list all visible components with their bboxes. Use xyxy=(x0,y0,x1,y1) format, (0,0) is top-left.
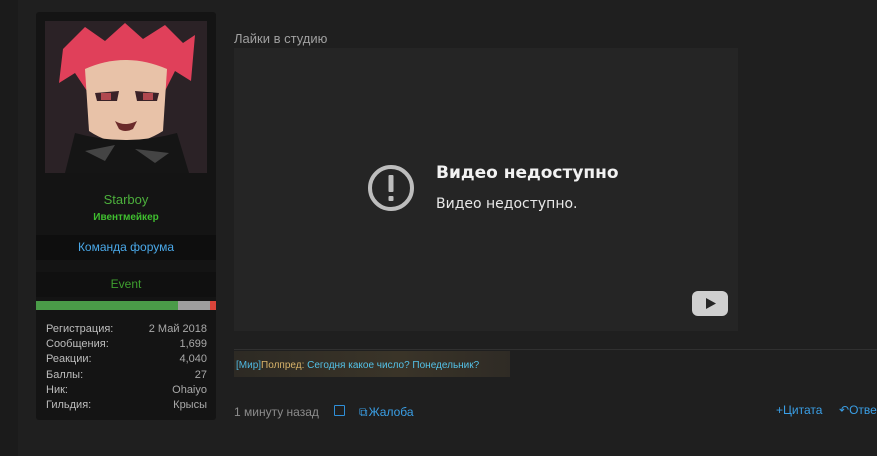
reputation-bar-negative xyxy=(210,301,216,310)
post-divider xyxy=(234,349,877,350)
youtube-play-icon[interactable] xyxy=(692,291,728,316)
quote-label: Цитата xyxy=(783,403,823,417)
stat-row-guild: Гильдия: Крысы xyxy=(46,398,207,413)
quote-link[interactable]: +Цитата xyxy=(776,403,822,417)
copy-icon: ⧉ xyxy=(359,405,368,419)
reputation-bar-positive xyxy=(36,301,178,310)
report-label: Жалоба xyxy=(368,405,414,419)
select-post-checkbox[interactable] xyxy=(334,405,345,416)
reply-icon: ↶ xyxy=(839,403,850,417)
stat-row-messages: Сообщения: 1,699 xyxy=(46,337,207,352)
post-signature: [Мир]Полпред: Сегодня какое число? Понед… xyxy=(234,351,510,377)
reply-label: Отве xyxy=(849,403,877,417)
stat-label: Сообщения: xyxy=(46,338,109,351)
stat-label: Регистрация: xyxy=(46,323,114,335)
stat-label: Ник: xyxy=(46,383,68,396)
post-title: Лайки в студию xyxy=(234,31,328,46)
signature-chat-line: [Мир]Полпред: Сегодня какое число? Понед… xyxy=(236,360,479,371)
stat-row-registration: Регистрация: 2 Май 2018 xyxy=(46,322,207,337)
video-error-subtitle: Видео недоступно. xyxy=(436,196,578,212)
user-avatar[interactable] xyxy=(45,21,207,173)
video-error-title: Видео недоступно xyxy=(436,163,619,183)
user-banner-team: Команда форума xyxy=(36,235,216,260)
reputation-bar-neutral xyxy=(178,301,210,310)
user-card: Starboy Ивентмейкер Команда форума Event… xyxy=(36,12,216,420)
username[interactable]: Starboy xyxy=(36,192,216,207)
plus-icon: + xyxy=(776,403,784,417)
signature-nick: Полпред xyxy=(261,360,302,371)
stat-value: 27 xyxy=(194,368,207,381)
stat-row-reactions: Реакции: 4,040 xyxy=(46,352,207,367)
stat-label: Гильдия: xyxy=(46,398,92,411)
stat-value: Крысы xyxy=(173,398,207,411)
video-embed[interactable]: Видео недоступно Видео недоступно. xyxy=(234,48,738,331)
stat-row-points: Баллы: 27 xyxy=(46,368,207,383)
signature-message: Сегодня какое число? Понедельник? xyxy=(307,360,480,371)
post-time[interactable]: 1 минуту назад xyxy=(234,405,319,419)
signature-tag: [Мир] xyxy=(236,360,262,371)
left-margin-strip xyxy=(0,0,18,456)
signature-separator: : xyxy=(301,360,305,371)
stat-value: 2 Май 2018 xyxy=(148,323,207,335)
alert-circle-icon xyxy=(368,165,414,211)
reputation-bar xyxy=(36,301,216,310)
stat-value: 4,040 xyxy=(179,353,207,366)
report-link[interactable]: ⧉Жалоба xyxy=(359,405,414,420)
avatar-image xyxy=(45,21,207,173)
stat-label: Реакции: xyxy=(46,353,92,366)
reply-link[interactable]: ↶Отве xyxy=(839,403,877,417)
stat-value: 1,699 xyxy=(179,338,207,351)
stat-label: Баллы: xyxy=(46,368,84,381)
user-stats: Регистрация: 2 Май 2018 Сообщения: 1,699… xyxy=(46,322,207,413)
stat-row-nick: Ник: Ohaiyo xyxy=(46,383,207,398)
user-banner-event: Event xyxy=(36,272,216,297)
stat-value: Ohaiyo xyxy=(172,383,207,396)
user-title: Ивентмейкер xyxy=(93,212,159,223)
